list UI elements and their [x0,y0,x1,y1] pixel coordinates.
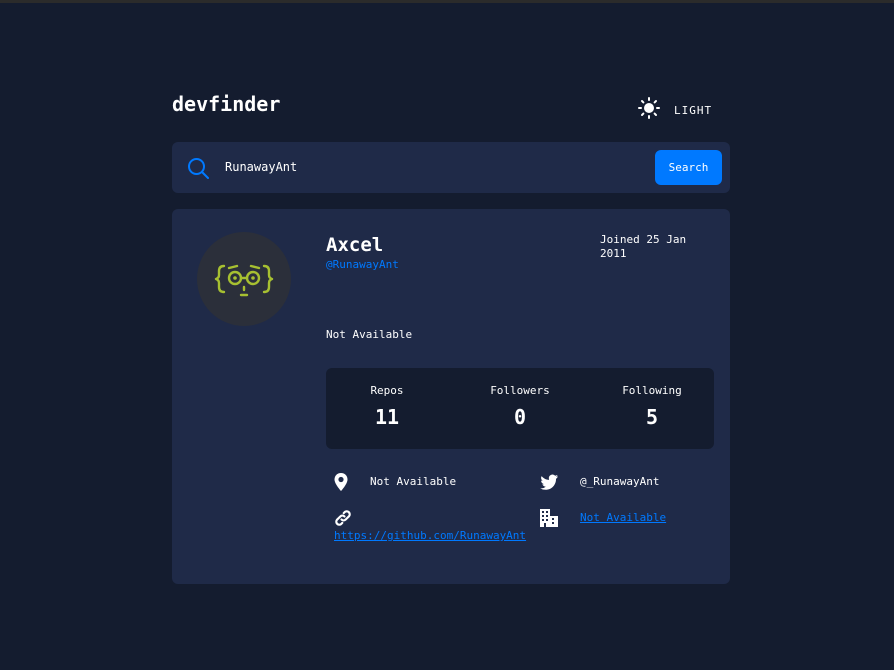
building-icon [539,508,559,528]
stat-label: Following [622,384,682,397]
devfinder-app: devfinder LIGHT RunawayAnt Search Axcel … [172,88,730,584]
twitter-text[interactable]: @_RunawayAnt [580,475,659,488]
location-text: Not Available [370,475,457,488]
profile-login[interactable]: @RunawayAnt [326,258,399,271]
stat-label: Repos [370,384,404,397]
profile-card: Axcel @RunawayAnt Joined 25 Jan 2011 Not… [172,209,730,584]
stats-panel: Repos 11 Followers 0 Following 5 [326,368,714,449]
joined-date-line1: Joined 25 Jan [600,233,687,246]
theme-label: LIGHT [674,103,713,117]
window-top-border [0,0,894,3]
sun-icon [638,97,660,123]
stat-value: 0 [513,405,527,429]
profile-name: Axcel [326,234,384,256]
avatar [197,232,291,326]
joined-date: Joined 25 Jan 2011 [600,233,710,261]
location-pin-icon [331,472,351,492]
blog-link[interactable]: https://github.com/RunawayAnt [334,529,526,542]
header: devfinder LIGHT [172,88,730,122]
stat-label: Followers [490,384,550,397]
search-input[interactable] [225,156,645,178]
profile-bio: Not Available [326,328,413,341]
search-button[interactable]: Search [655,150,722,185]
stat-value: 11 [374,405,400,429]
link-icon [333,508,353,528]
search-bar: Search [172,142,730,193]
twitter-icon [539,472,559,492]
stat-following: Following 5 [592,384,712,429]
app-logo: devfinder [172,92,281,116]
stat-followers: Followers 0 [460,384,580,429]
search-icon [187,157,209,179]
theme-toggle[interactable]: LIGHT [638,97,712,123]
stat-value: 5 [645,405,659,429]
company-link[interactable]: Not Available [580,511,666,524]
stat-repos: Repos 11 [327,384,447,429]
joined-date-line2: 2011 [600,247,627,260]
